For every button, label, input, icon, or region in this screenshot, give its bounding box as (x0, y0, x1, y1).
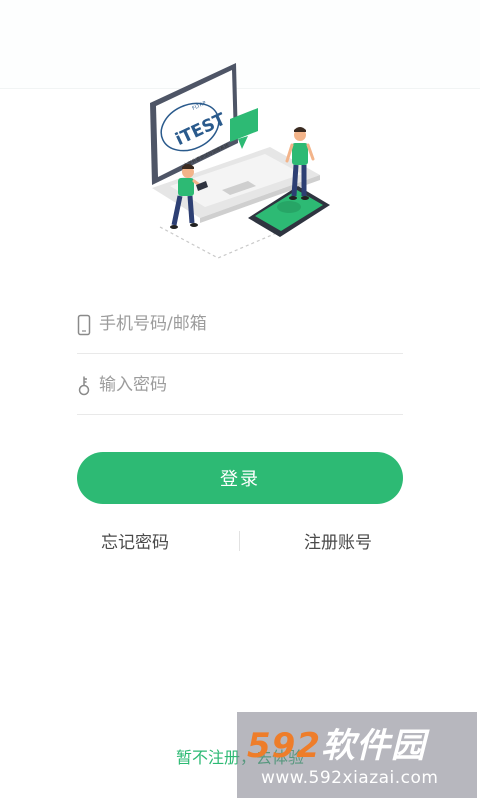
key-icon (78, 376, 90, 396)
watermark-logo: 592软件园 (247, 718, 473, 766)
phone-email-field (77, 295, 403, 354)
register-link[interactable]: 注册账号 (304, 528, 372, 553)
password-input[interactable] (99, 368, 399, 402)
link-divider (239, 531, 240, 551)
phone-icon (77, 314, 91, 336)
login-button[interactable]: 登录 (77, 452, 403, 504)
phone-email-input[interactable] (99, 307, 399, 341)
forgot-password-link[interactable]: 忘记密码 (101, 528, 169, 553)
watermark-overlay: 592软件园 www.592xiazai.com (237, 712, 477, 798)
watermark-number: 592 (247, 726, 321, 766)
login-illustration: iTEST FLTRP 大学外语测试与训练系统 (150, 63, 330, 259)
watermark-text: 软件园 (320, 726, 426, 766)
password-field (77, 356, 403, 415)
watermark-url: www.592xiazai.com (261, 768, 439, 788)
